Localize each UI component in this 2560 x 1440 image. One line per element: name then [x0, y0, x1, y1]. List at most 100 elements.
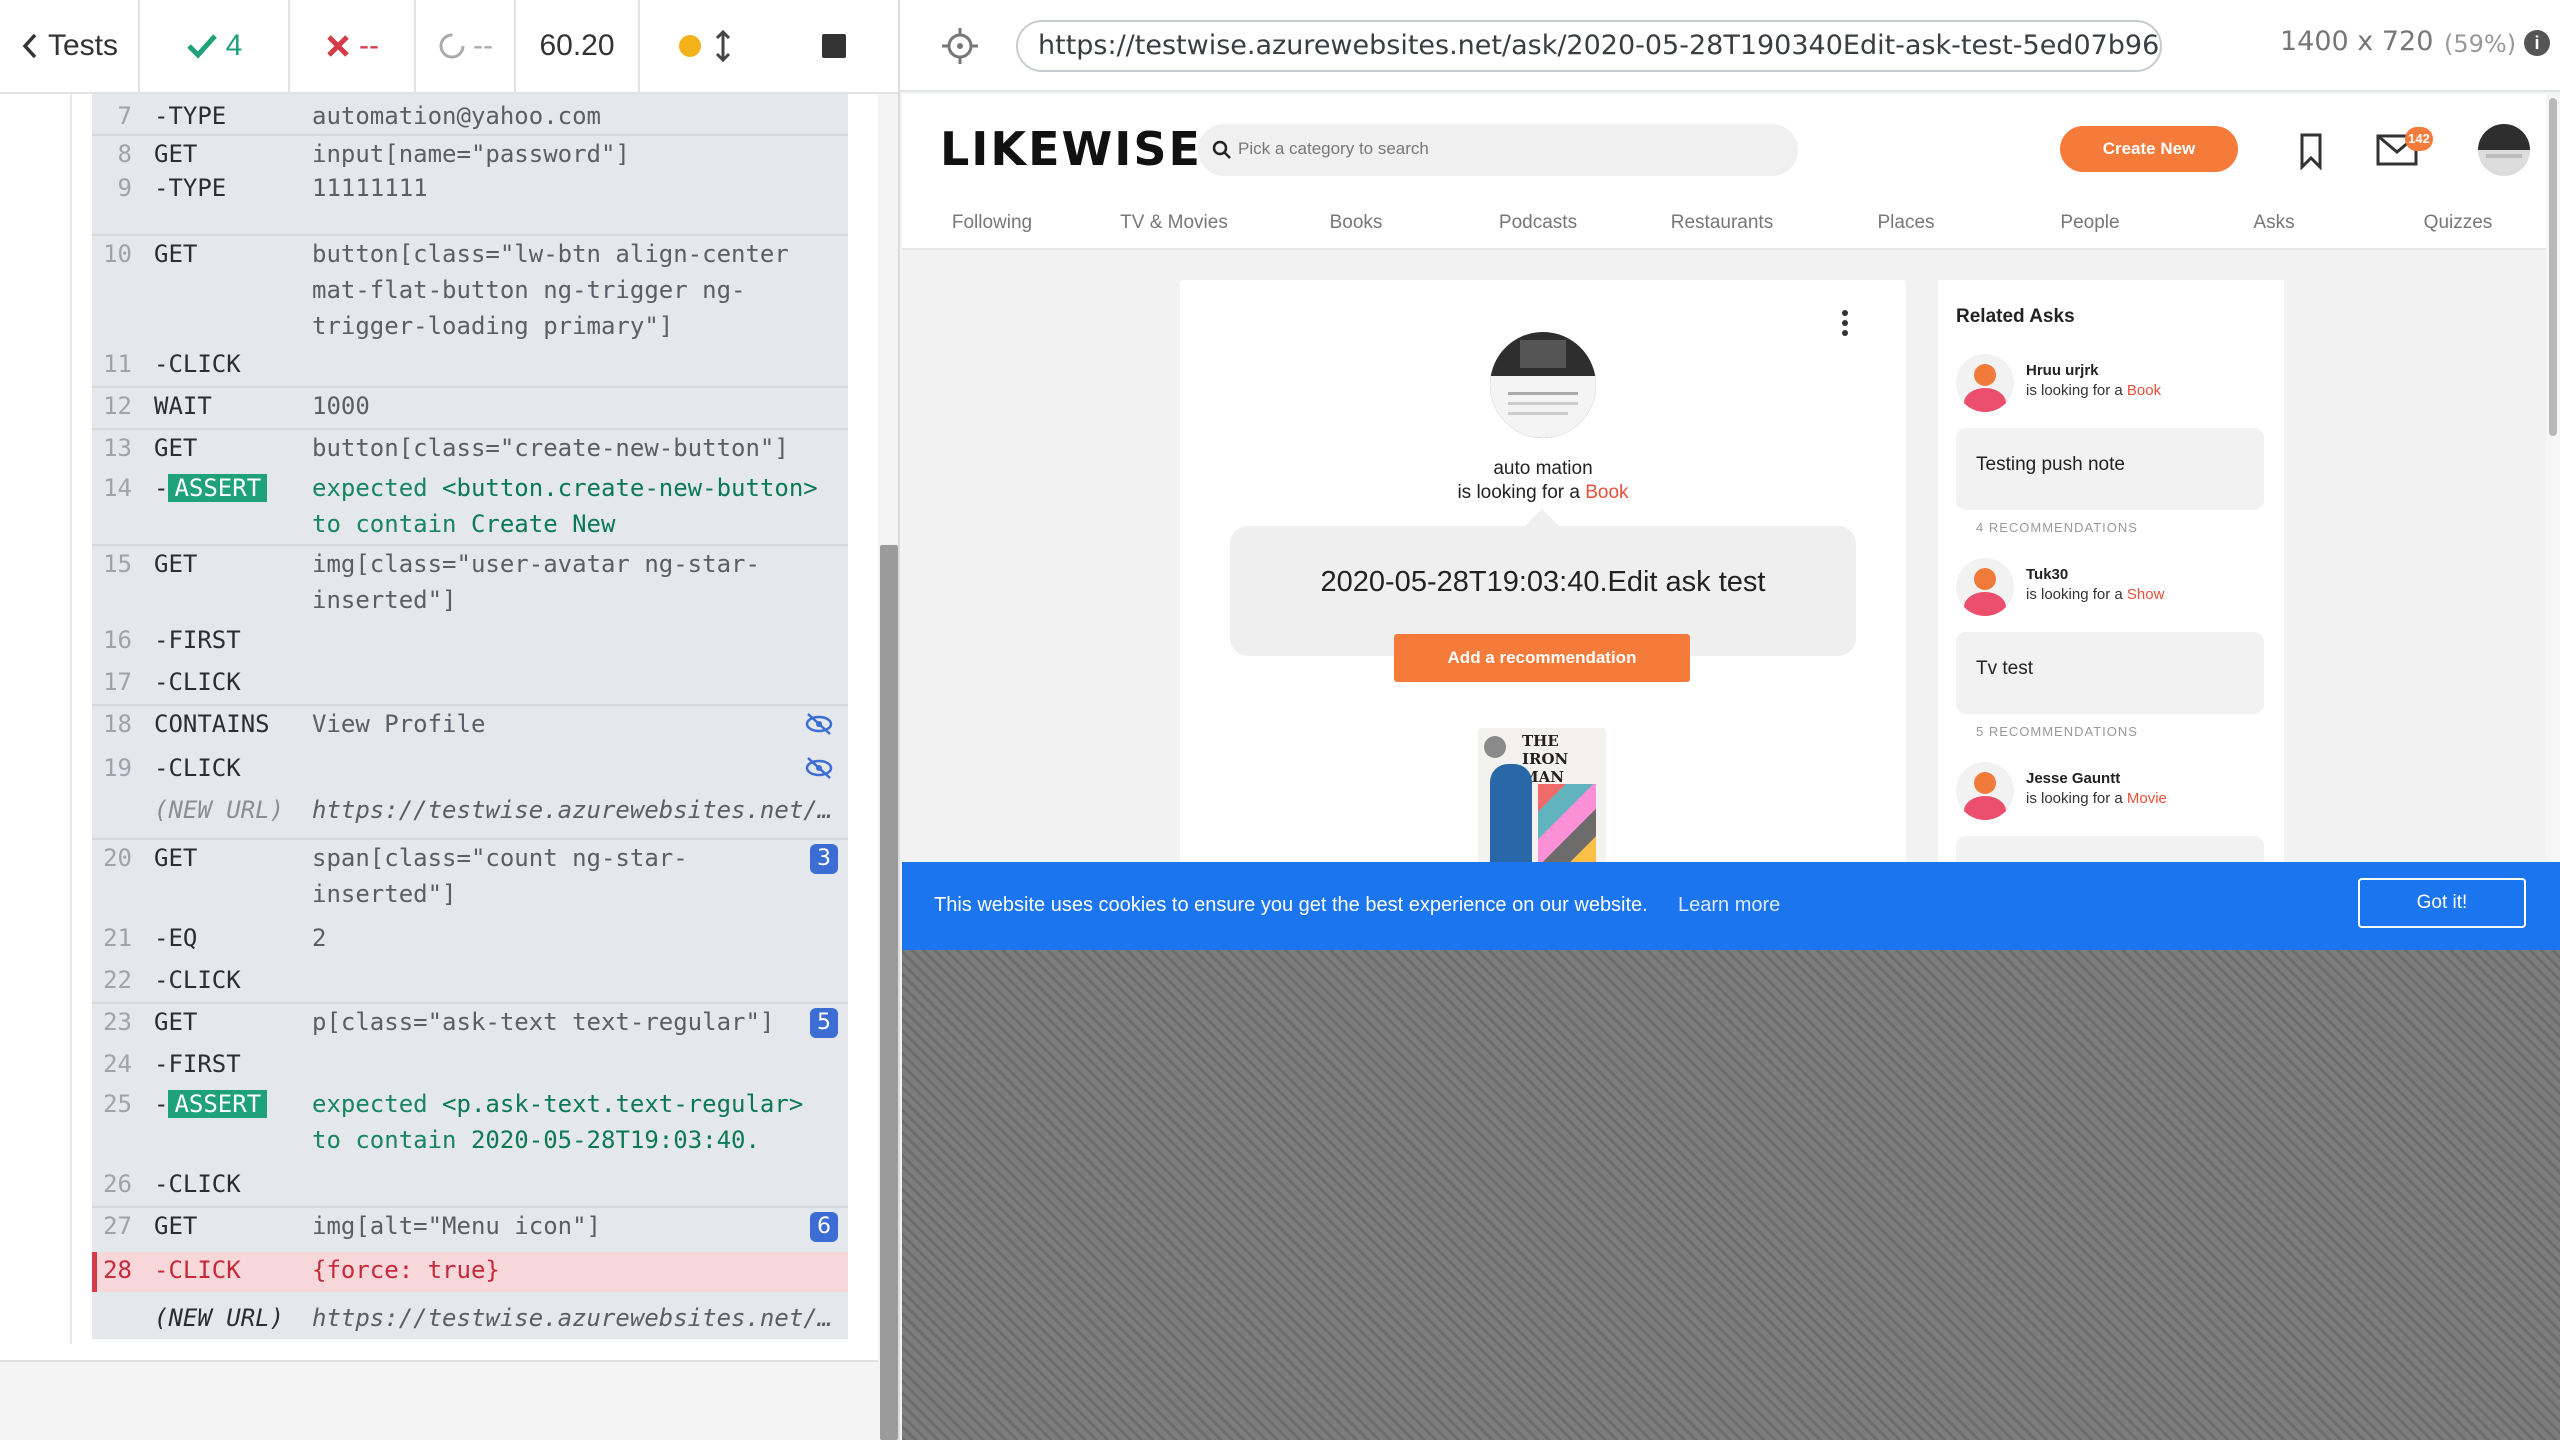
create-new-button[interactable]: Create New [2060, 126, 2238, 172]
command-message: View Profile [312, 710, 486, 738]
command-row[interactable]: 9 -TYPE 11111111 [92, 170, 848, 204]
category-link: Show [2126, 586, 2165, 603]
related-ask-box: Tv test [1956, 632, 2264, 714]
user-avatar[interactable] [2478, 124, 2530, 176]
command-message: span[class="count ng-star-inserted"] [312, 844, 688, 908]
command-row[interactable]: 26 -CLICK [92, 1166, 848, 1200]
command-row[interactable]: 20 GET span[class="count ng-star-inserte… [92, 838, 848, 910]
app-header: LIKEWISE Pick a category to search Creat… [902, 94, 2560, 250]
nav-books[interactable]: Books [1266, 212, 1446, 234]
new-url-row[interactable]: (NEW URL) https://testwise.azurewebsites… [92, 1300, 848, 1336]
reporter-panel: Tests 4 -- -- 60.20 7 -TYPE automation@y… [0, 0, 900, 1440]
nav-restaurants[interactable]: Restaurants [1632, 212, 1812, 234]
command-name: GET [154, 140, 198, 168]
new-url-label: (NEW URL) [154, 796, 285, 824]
nav-podcasts[interactable]: Podcasts [1448, 212, 1628, 234]
command-number: 19 [103, 754, 132, 782]
element-count-badge: 5 [810, 1008, 838, 1038]
related-looking-for: is looking for a Book [2026, 382, 2161, 399]
command-row[interactable]: 12 WAIT 1000 [92, 386, 848, 422]
selector-playground-icon[interactable] [940, 26, 980, 66]
nav-tv-movies[interactable]: TV & Movies [1084, 212, 1264, 234]
test-rail [70, 94, 72, 1344]
command-message: img[class="user-avatar ng-star-inserted"… [312, 550, 760, 614]
related-user-name: Tuk30 [2026, 566, 2069, 583]
command-row[interactable]: 16 -FIRST [92, 622, 848, 656]
reporter-scroll-thumb[interactable] [880, 545, 898, 1440]
command-row[interactable]: 27 GET img[alt="Menu icon"] 6 [92, 1206, 848, 1244]
command-row[interactable]: 22 -CLICK [92, 962, 848, 996]
bookmark-icon[interactable] [2294, 132, 2328, 170]
aut-url-bar[interactable]: https://testwise.azurewebsites.net/ask/2… [1016, 20, 2162, 72]
command-row[interactable]: 17 -CLICK [92, 664, 848, 698]
eye-slash-icon[interactable] [804, 712, 834, 736]
command-number: 12 [103, 392, 132, 420]
failed-stat: -- [290, 0, 416, 92]
nav-asks[interactable]: Asks [2184, 212, 2364, 234]
assert-subject: <p.ask-text.text-regular> [442, 1090, 804, 1118]
got-it-button[interactable]: Got it! [2358, 878, 2526, 928]
auto-scroll-icon[interactable] [715, 30, 731, 62]
command-row[interactable]: 15 GET img[class="user-avatar ng-star-in… [92, 544, 848, 616]
command-number: 23 [103, 1008, 132, 1036]
command-row[interactable]: 13 GET button[class="create-new-button"] [92, 428, 848, 464]
tests-button[interactable]: Tests [0, 0, 140, 92]
asker-name[interactable]: auto mation [1180, 458, 1906, 480]
site-logo[interactable]: LIKEWISE [940, 122, 1202, 176]
new-url-value: https://testwise.azurewebsites.net/… [312, 796, 833, 824]
command-number: 9 [117, 174, 132, 202]
command-row[interactable]: 18 CONTAINS View Profile [92, 704, 848, 742]
related-asks-panel: Related Asks Hruu urjrk is looking for a… [1938, 280, 2284, 950]
nav-places[interactable]: Places [1816, 212, 1996, 234]
command-row[interactable]: 21 -EQ 2 [92, 920, 848, 954]
assert-row[interactable]: 25 - ASSERT expected <p.ask-text.text-reg… [92, 1086, 848, 1156]
assert-tag: ASSERT [168, 1090, 268, 1118]
info-icon[interactable]: i [2524, 30, 2550, 56]
command-number: 8 [117, 140, 132, 168]
related-ask-item[interactable]: Hruu urjrk is looking for a Book Testing… [1956, 354, 2266, 554]
command-row[interactable]: 8 GET input[name="password"] [92, 134, 848, 168]
command-row[interactable]: 7 -TYPE automation@yahoo.com [92, 98, 848, 132]
category-link[interactable]: Book [1585, 482, 1628, 503]
book-cover-image[interactable]: THE IRON MAN [1478, 728, 1606, 880]
command-message: button[class="create-new-button"] [312, 434, 789, 462]
command-row[interactable]: 23 GET p[class="ask-text text-regular"] … [92, 1002, 848, 1040]
command-message: 11111111 [312, 174, 428, 202]
viewport-size: 1400 x 720 [2280, 26, 2434, 57]
add-recommendation-button[interactable]: Add a recommendation [1394, 634, 1690, 682]
new-url-row[interactable]: (NEW URL) https://testwise.azurewebsites… [92, 792, 848, 828]
command-message: 2 [312, 924, 327, 952]
related-ask-item[interactable]: Tuk30 is looking for a Show Tv test 5 RE… [1956, 558, 2266, 758]
command-row[interactable]: 24 -FIRST [92, 1046, 848, 1080]
assert-message: expected <button.create-new-button> to co… [312, 470, 822, 542]
eye-slash-icon[interactable] [804, 756, 834, 780]
failed-command-row[interactable]: 28 -CLICK {force: true} [92, 1252, 848, 1292]
menu-icon[interactable] [1840, 310, 1850, 340]
nav-quizzes[interactable]: Quizzes [2368, 212, 2548, 234]
book-title: THE IRON MAN [1522, 732, 1569, 786]
passed-stat: 4 [140, 0, 290, 92]
viewport-scale: (59%) [2444, 30, 2517, 58]
asker-looking-for: is looking for a Book [1180, 482, 1906, 504]
learn-more-link[interactable]: Learn more [1678, 894, 1780, 917]
ask-card: auto mation is looking for a Book 2020-0… [1180, 280, 1906, 950]
app-scroll-thumb[interactable] [2549, 98, 2557, 436]
command-message: img[alt="Menu icon"] [312, 1212, 601, 1240]
assert-to-contain: to contain [312, 510, 457, 538]
command-name: CONTAINS [154, 710, 270, 738]
nav-people[interactable]: People [2000, 212, 2180, 234]
command-row[interactable]: 11 -CLICK [92, 346, 848, 380]
stop-button[interactable] [770, 0, 898, 92]
nav-following[interactable]: Following [902, 212, 1082, 234]
command-number: 22 [103, 966, 132, 994]
command-row[interactable]: 10 GET button[class="lw-btn align-center… [92, 234, 848, 344]
assert-row[interactable]: 14 - ASSERT expected <button.create-new-b… [92, 470, 848, 540]
command-name: GET [154, 1212, 198, 1240]
related-user-name: Hruu urjrk [2026, 362, 2099, 379]
command-number: 15 [103, 550, 132, 578]
command-row[interactable]: 19 -CLICK [92, 750, 848, 784]
category-search[interactable]: Pick a category to search [1198, 124, 1798, 176]
asker-avatar[interactable] [1490, 332, 1596, 438]
aut-panel: https://testwise.azurewebsites.net/ask/2… [900, 0, 2560, 1440]
command-number: 10 [103, 240, 132, 268]
